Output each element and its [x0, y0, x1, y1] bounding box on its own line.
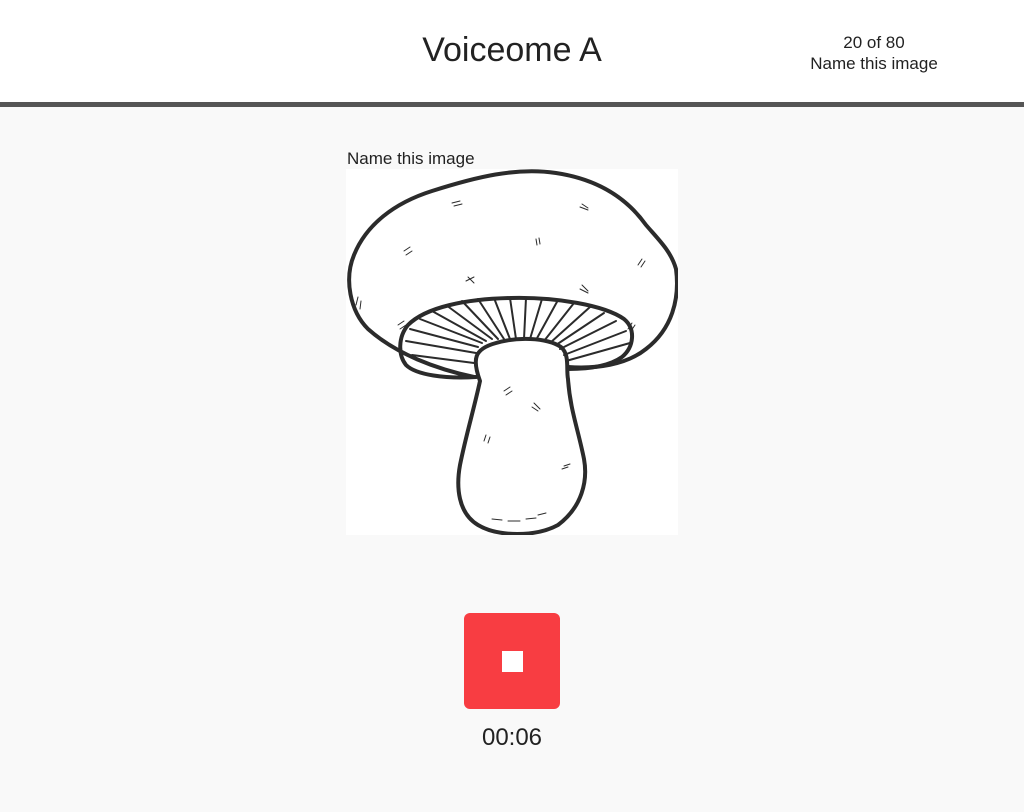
stimulus-image [346, 169, 678, 535]
recording-timer: 00:06 [481, 724, 543, 751]
app-header: Voiceome A 20 of 80 Name this image [0, 0, 1024, 107]
progress-count: 20 of 80 [843, 33, 905, 52]
stop-icon [502, 651, 523, 672]
progress-task-label: Name this image [810, 54, 938, 73]
progress-indicator: 20 of 80 Name this image [794, 32, 954, 74]
mushroom-drawing [347, 169, 678, 535]
task-prompt: Name this image [347, 149, 475, 168]
stop-recording-button[interactable] [464, 613, 560, 709]
